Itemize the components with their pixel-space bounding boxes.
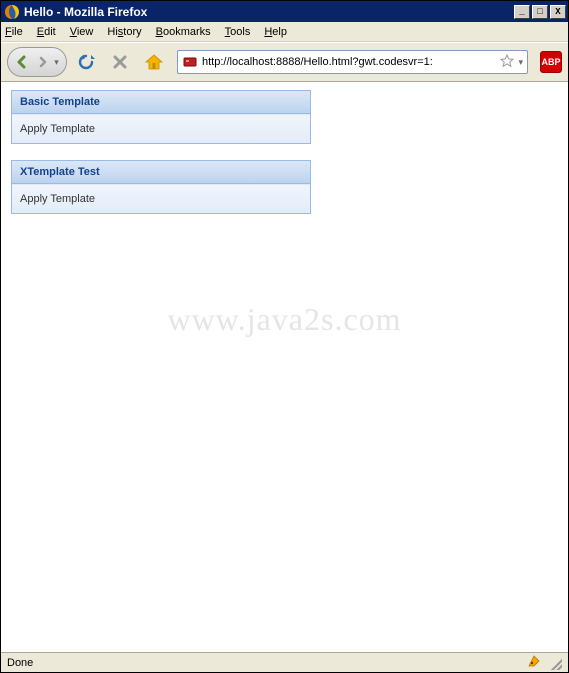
navigation-toolbar: ▾ http://localhost:8888/Hello.html?gwt.c… [1, 42, 568, 82]
close-button[interactable]: X [550, 5, 566, 19]
back-forward-cluster: ▾ [7, 47, 67, 77]
apply-template-button[interactable]: Apply Template [12, 184, 310, 213]
bookmark-star-icon[interactable] [500, 54, 514, 71]
menu-view[interactable]: View [70, 26, 94, 38]
resize-grip[interactable] [548, 656, 562, 670]
panel-basic-template: Basic Template Apply Template [11, 90, 311, 144]
url-text: http://localhost:8888/Hello.html?gwt.cod… [202, 56, 498, 68]
status-text: Done [7, 657, 33, 669]
adblock-plus-button[interactable]: ABP [540, 51, 562, 73]
forward-button[interactable] [36, 55, 50, 69]
firefox-icon [4, 4, 20, 20]
minimize-button[interactable]: _ [514, 5, 530, 19]
home-button[interactable] [143, 51, 165, 73]
window-title: Hello - Mozilla Firefox [24, 5, 512, 19]
menu-bookmarks[interactable]: Bookmarks [156, 26, 211, 38]
window-titlebar: Hello - Mozilla Firefox _ □ X [1, 1, 568, 22]
reload-button[interactable] [75, 51, 97, 73]
url-dropdown-icon[interactable]: ▾ [518, 57, 523, 68]
panel-header: Basic Template [12, 91, 310, 114]
window-controls: _ □ X [512, 5, 566, 19]
url-bar[interactable]: http://localhost:8888/Hello.html?gwt.cod… [177, 50, 528, 74]
site-identity-icon[interactable] [182, 53, 198, 72]
back-button[interactable] [15, 55, 29, 69]
stop-button[interactable] [109, 51, 131, 73]
menu-help[interactable]: Help [264, 26, 287, 38]
history-dropdown-icon[interactable]: ▾ [54, 57, 59, 68]
menu-file[interactable]: File [5, 26, 23, 38]
status-bar: Done [1, 652, 568, 672]
maximize-button[interactable]: □ [532, 5, 548, 19]
firebug-icon[interactable] [526, 653, 542, 672]
menu-history[interactable]: History [107, 26, 141, 38]
menubar: File Edit View History Bookmarks Tools H… [1, 22, 568, 42]
page-content: Basic Template Apply Template XTemplate … [1, 82, 568, 652]
panel-xtemplate-test: XTemplate Test Apply Template [11, 160, 311, 214]
menu-edit[interactable]: Edit [37, 26, 56, 38]
panel-header: XTemplate Test [12, 161, 310, 184]
menu-tools[interactable]: Tools [225, 26, 251, 38]
apply-template-button[interactable]: Apply Template [12, 114, 310, 143]
